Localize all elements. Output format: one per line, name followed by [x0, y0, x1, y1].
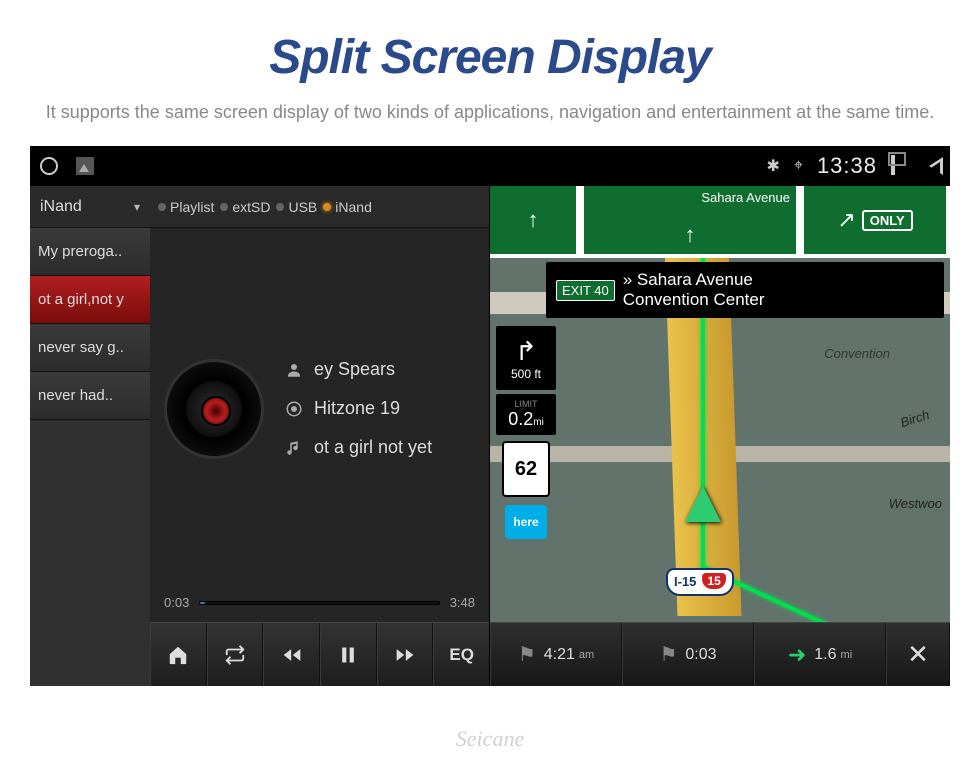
- source-tab-playlist[interactable]: Playlist: [158, 199, 214, 215]
- status-time: 13:38: [817, 153, 877, 179]
- location-icon: ⌖: [794, 157, 803, 175]
- vehicle-cursor-icon: [685, 486, 721, 522]
- lane-up-icon: ↑: [528, 207, 539, 233]
- album-art-icon[interactable]: [164, 359, 264, 459]
- speed-limit-sign: 62: [502, 441, 550, 497]
- street-label: Convention: [824, 346, 890, 361]
- seek-total: 3:48: [450, 595, 475, 610]
- playlist-item[interactable]: My preroga..: [30, 228, 150, 276]
- seek-elapsed: 0:03: [164, 595, 189, 610]
- sign-lane-center: Sahara Avenue ↑: [580, 186, 800, 258]
- source-selected-label: iNand: [40, 198, 82, 216]
- seek-bar[interactable]: [199, 601, 439, 605]
- source-tab-inand[interactable]: iNand: [323, 199, 372, 215]
- lane-up-icon: ↑: [685, 222, 696, 248]
- sign-lane-left: ↑: [490, 186, 580, 258]
- lane-exit-icon: ↗: [837, 207, 855, 233]
- highway-shield: I-15 15: [666, 568, 734, 596]
- now-playing: ey Spears Hitzone 19: [150, 228, 489, 589]
- artist-label: ey Spears: [314, 359, 395, 380]
- playlist-item-label: ot a girl,not y: [38, 291, 124, 308]
- playlist-item[interactable]: never had..: [30, 372, 150, 420]
- album-label: Hitzone 19: [314, 398, 400, 419]
- flag-icon: ⚑: [518, 642, 536, 667]
- source-tabs: Playlist extSD USB iNand: [150, 186, 489, 228]
- eta-cell[interactable]: ⚑ 4:21am: [490, 623, 622, 686]
- album-icon: [284, 399, 304, 419]
- hero-title: Split Screen Display: [40, 30, 940, 85]
- gallery-icon[interactable]: [76, 157, 94, 175]
- source-tab-usb[interactable]: USB: [276, 199, 317, 215]
- track-label: ot a girl not yet: [314, 437, 432, 458]
- playlist-item-label: never say g..: [38, 339, 124, 356]
- playlist-column: iNand ▾ My preroga.. ot a girl,not y nev…: [30, 186, 150, 686]
- source-tab-extsd[interactable]: extSD: [220, 199, 270, 215]
- here-logo-icon: here: [505, 505, 547, 539]
- playlist-item[interactable]: ot a girl,not y: [30, 276, 150, 324]
- banner-line2: Convention Center: [623, 290, 765, 310]
- status-bar: ✱ ⌖ 13:38: [30, 146, 950, 186]
- source-dropdown[interactable]: iNand ▾: [30, 186, 150, 228]
- close-nav-button[interactable]: ✕: [886, 623, 950, 686]
- music-controls: EQ: [150, 622, 489, 686]
- track-icon: [284, 438, 304, 458]
- close-icon: ✕: [907, 639, 929, 670]
- watermark: Seicane: [456, 726, 524, 752]
- recents-icon[interactable]: [891, 157, 915, 175]
- distance-box: LIMIT 0.2mi: [496, 394, 556, 435]
- playlist-item-label: never had..: [38, 387, 113, 404]
- hero-subtitle: It supports the same screen display of t…: [40, 99, 940, 126]
- chevron-down-icon: ▾: [134, 200, 140, 214]
- exit-badge: EXIT 40: [556, 280, 615, 301]
- playlist-item-label: My preroga..: [38, 243, 122, 260]
- device-frame: ✱ ⌖ 13:38 iNand ▾ My preroga..: [30, 146, 950, 686]
- guidance-column: ↱ 500 ft LIMIT 0.2mi 62 here: [496, 326, 556, 541]
- home-button[interactable]: [150, 623, 207, 686]
- home-circle-icon[interactable]: [40, 157, 58, 175]
- next-track-button[interactable]: [377, 623, 434, 686]
- street-label: Westwoo: [889, 496, 942, 511]
- music-pane: iNand ▾ My preroga.. ot a girl,not y nev…: [30, 186, 490, 686]
- seek-bar-row: 0:03 3:48: [150, 589, 489, 622]
- banner-line1: » Sahara Avenue: [623, 270, 765, 290]
- navigation-pane: Birch Westwoo Convention I-15 15 ↑ Sahar…: [490, 186, 950, 686]
- turn-arrow-icon: ↱: [515, 336, 537, 367]
- repeat-button[interactable]: [207, 623, 264, 686]
- elapsed-cell[interactable]: ⚑ 0:03: [622, 623, 754, 686]
- sign-lane-right: ↗ ONLY: [800, 186, 950, 258]
- back-icon[interactable]: [929, 157, 940, 175]
- bluetooth-icon: ✱: [767, 156, 780, 176]
- route-arrow-icon: ➜: [788, 642, 806, 668]
- remaining-cell[interactable]: ➜ 1.6mi: [754, 623, 886, 686]
- direction-banner: EXIT 40 » Sahara Avenue Convention Cente…: [546, 262, 944, 318]
- street-label: Birch: [899, 407, 932, 430]
- pause-button[interactable]: [320, 623, 377, 686]
- prev-track-button[interactable]: [263, 623, 320, 686]
- map-surface[interactable]: Birch Westwoo Convention I-15 15: [490, 186, 950, 686]
- playlist-item[interactable]: never say g..: [30, 324, 150, 372]
- eq-button[interactable]: EQ: [433, 623, 489, 686]
- nav-bottom-bar: ⚑ 4:21am ⚑ 0:03 ➜ 1.6mi ✕: [490, 622, 950, 686]
- overhead-signs: ↑ Sahara Avenue ↑ ↗ ONLY: [490, 186, 950, 258]
- flag-icon: ⚑: [659, 642, 677, 667]
- only-badge: ONLY: [862, 210, 913, 231]
- artist-icon: [284, 360, 304, 380]
- next-turn-box: ↱ 500 ft: [496, 326, 556, 390]
